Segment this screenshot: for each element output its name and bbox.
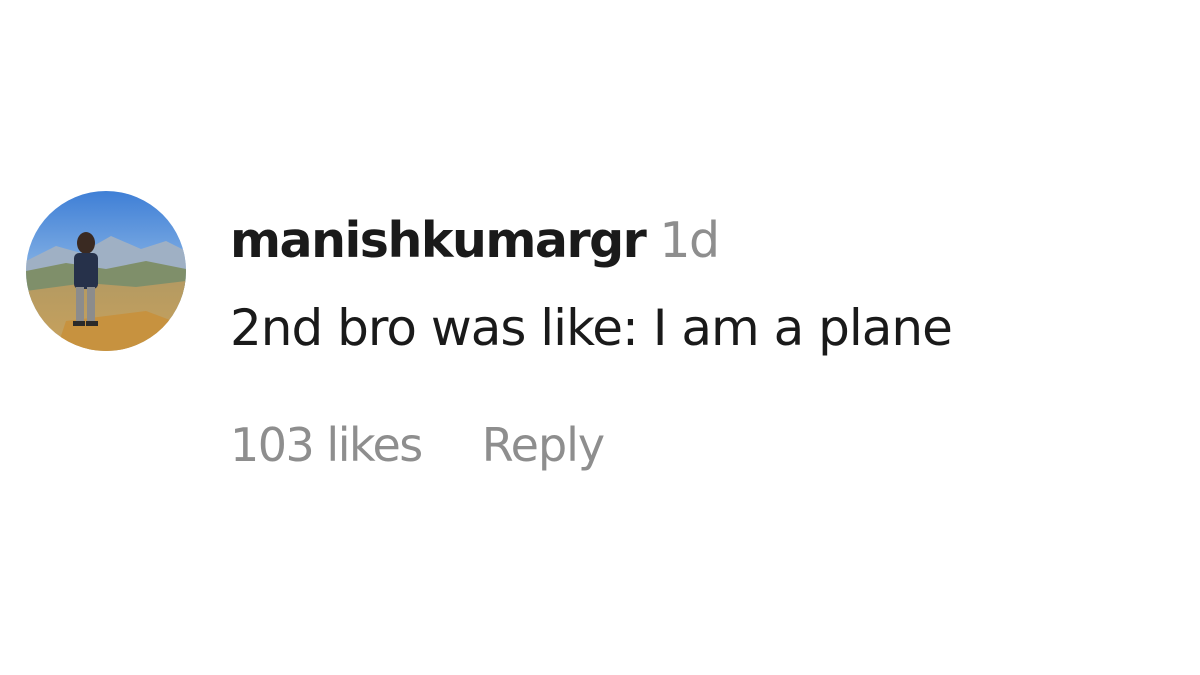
comment-actions: 103 likes Reply [230, 418, 1190, 472]
reply-button[interactable]: Reply [482, 418, 605, 472]
likes-count[interactable]: 103 likes [230, 418, 423, 472]
comment-body: manishkumargr 1d 2nd bro was like: I am … [230, 212, 1190, 472]
comment-text: 2nd bro was like: I am a plane [230, 299, 953, 357]
avatar[interactable] [26, 191, 186, 351]
username-link[interactable]: manishkumargr [230, 212, 647, 269]
avatar-photo-icon [26, 191, 186, 351]
comment-timestamp[interactable]: 1d [659, 212, 720, 269]
comment-item: manishkumargr 1d 2nd bro was like: I am … [0, 0, 1200, 675]
comment-header: manishkumargr 1d [230, 212, 1190, 276]
